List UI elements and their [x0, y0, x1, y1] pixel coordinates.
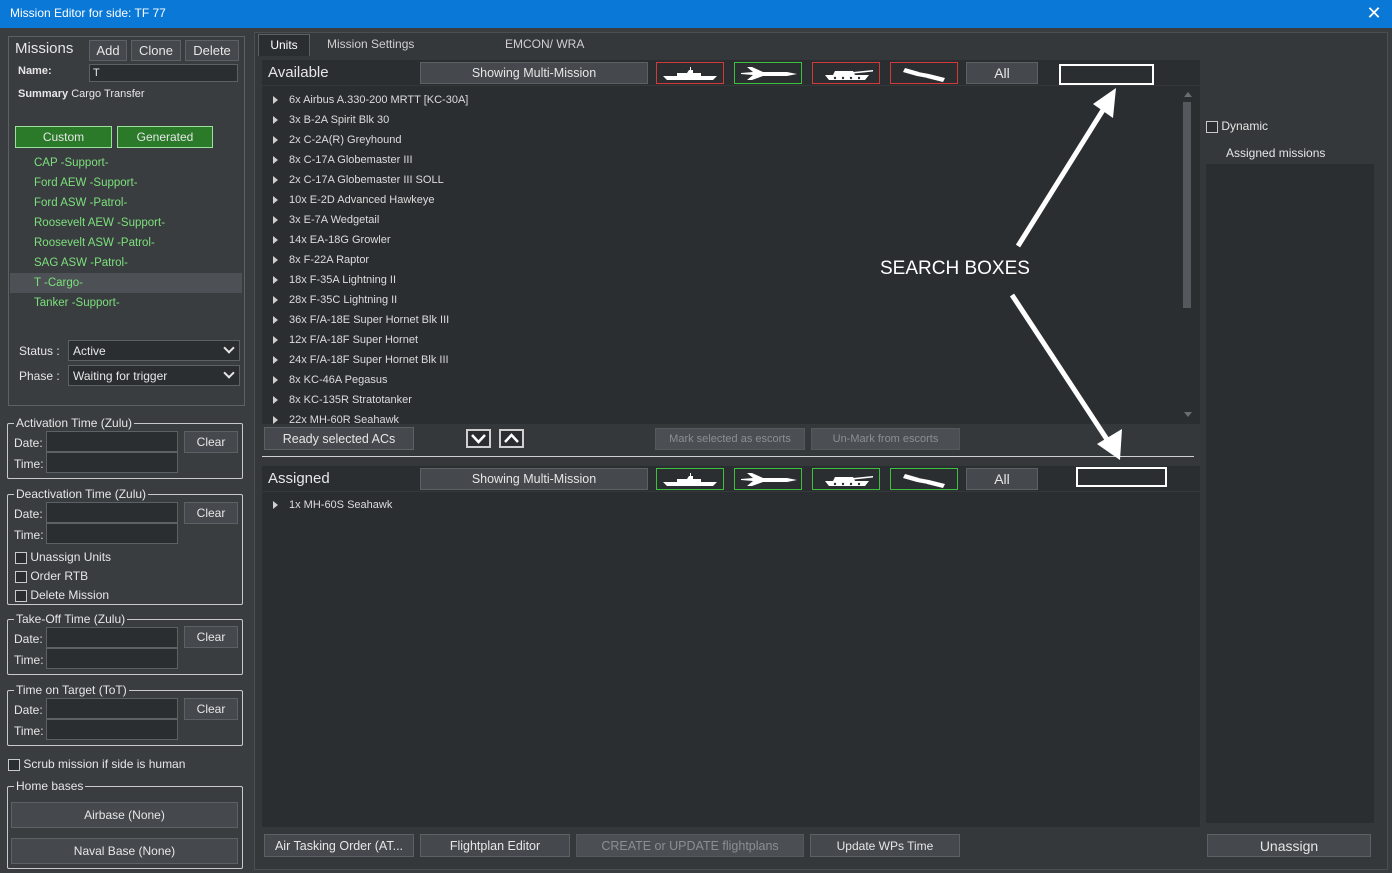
- annotation-arrows: [1009, 88, 1122, 460]
- arrow-down-icon: [1009, 293, 1113, 446]
- arrow-up-icon: [1015, 100, 1111, 248]
- window-title: Mission Editor for side: TF 77: [10, 6, 166, 20]
- window-titlebar: Mission Editor for side: TF 77: [0, 0, 1392, 28]
- arrowhead-up-icon: [1093, 88, 1116, 118]
- close-icon[interactable]: ✕: [1364, 0, 1384, 28]
- mission-editor-window: Missions Add Clone Delete Name: T Summar…: [0, 28, 1392, 873]
